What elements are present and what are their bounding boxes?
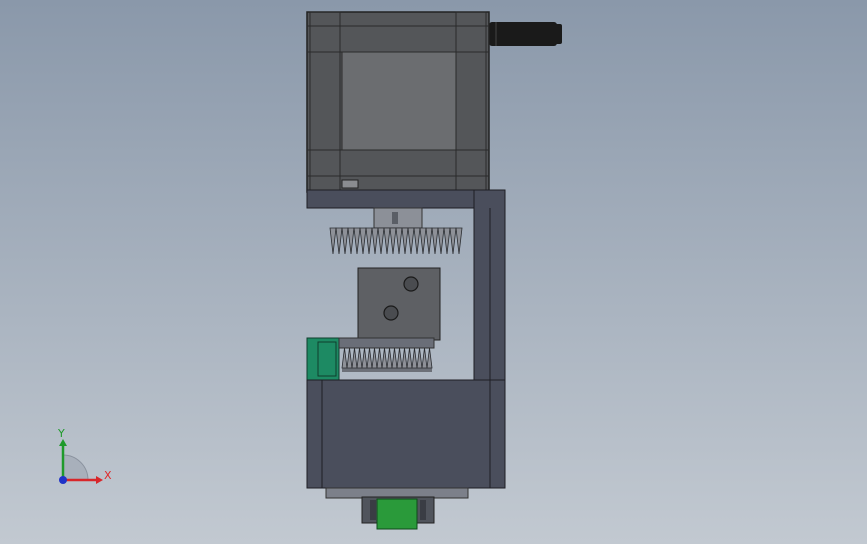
motor-label-tag bbox=[341, 179, 359, 189]
graphics-viewport[interactable]: X Y bbox=[0, 0, 867, 544]
gear-tooth bbox=[396, 347, 403, 369]
top-bevel-gear[interactable] bbox=[329, 227, 463, 255]
gear-tooth bbox=[365, 227, 373, 255]
gear-tooth bbox=[359, 227, 367, 255]
z-axis-dot bbox=[59, 476, 67, 484]
gear-tooth bbox=[413, 227, 421, 255]
bottom-bevel-gear[interactable] bbox=[341, 347, 433, 372]
bolt-hole-bottom bbox=[383, 305, 399, 321]
lower-housing[interactable] bbox=[306, 379, 506, 499]
gear-tooth bbox=[426, 347, 433, 369]
gear-tooth bbox=[353, 227, 361, 255]
gear-hub-ring bbox=[342, 368, 432, 372]
gear-tooth bbox=[431, 227, 439, 255]
gear-tooth bbox=[391, 347, 398, 369]
gear-tooth bbox=[406, 347, 413, 369]
gear-tooth bbox=[347, 227, 355, 255]
gear-tooth bbox=[395, 227, 403, 255]
gear-tooth bbox=[341, 347, 348, 369]
gear-tooth bbox=[419, 227, 427, 255]
gear-tooth bbox=[449, 227, 457, 255]
triad-plane-arc bbox=[62, 454, 89, 481]
stepper-motor[interactable] bbox=[306, 11, 490, 193]
gear-tooth bbox=[389, 227, 397, 255]
gear-tooth bbox=[335, 227, 343, 255]
gear-tooth bbox=[351, 347, 358, 369]
x-axis-arrowhead bbox=[96, 476, 103, 484]
gear-tooth bbox=[407, 227, 415, 255]
gear-tooth bbox=[416, 347, 423, 369]
gear-tooth bbox=[411, 347, 418, 369]
gear-tooth bbox=[401, 347, 408, 369]
gear-tooth bbox=[383, 227, 391, 255]
gear-tooth bbox=[425, 227, 433, 255]
y-axis-arrowhead bbox=[59, 439, 67, 446]
gear-tooth bbox=[371, 227, 379, 255]
gear-tooth bbox=[377, 227, 385, 255]
gear-tooth bbox=[376, 347, 383, 369]
gear-tooth bbox=[455, 227, 463, 255]
gear-tooth bbox=[361, 347, 368, 369]
x-axis-label: X bbox=[104, 469, 112, 482]
coordinate-triad: X Y bbox=[57, 427, 112, 484]
gear-tooth bbox=[381, 347, 388, 369]
motor-cable[interactable] bbox=[489, 22, 562, 46]
gear-tooth bbox=[443, 227, 451, 255]
gear-tooth bbox=[366, 347, 373, 369]
gear-tooth bbox=[386, 347, 393, 369]
y-axis-label: Y bbox=[57, 427, 65, 440]
center-block[interactable] bbox=[357, 267, 441, 341]
gear-tooth bbox=[329, 227, 337, 255]
gear-tooth bbox=[356, 347, 363, 369]
gear-tooth bbox=[437, 227, 445, 255]
cad-model-view[interactable]: X Y bbox=[0, 0, 867, 544]
bolt-hole-top bbox=[403, 276, 419, 292]
gear-tooth bbox=[401, 227, 409, 255]
gear-tooth bbox=[371, 347, 378, 369]
gear-tooth bbox=[421, 347, 428, 369]
gear-tooth bbox=[341, 227, 349, 255]
output-coupling[interactable] bbox=[361, 496, 435, 530]
gear-tooth bbox=[346, 347, 353, 369]
shaft-hub[interactable] bbox=[373, 207, 423, 229]
